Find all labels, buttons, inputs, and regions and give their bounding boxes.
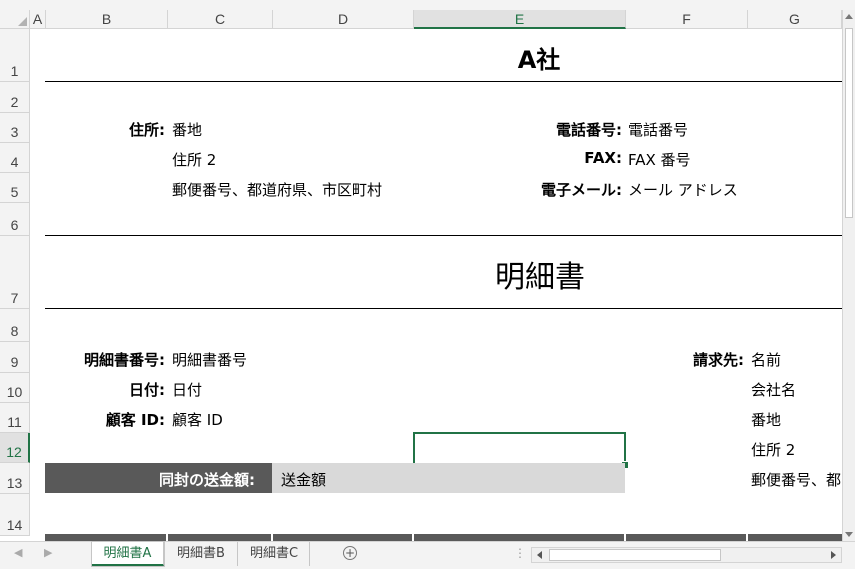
fax-value[interactable]: FAX 番号 (628, 149, 691, 170)
toolbar-strip (0, 0, 855, 10)
tab-scroll-right-icon[interactable]: ▶ (44, 546, 52, 559)
column-header-b[interactable]: B (46, 10, 168, 29)
row-header-1[interactable]: 1 (0, 29, 30, 82)
bar-splitter-icon[interactable]: ⋮ (514, 547, 526, 559)
remittance-value-cell[interactable]: 送金額 (272, 463, 625, 493)
scroll-up-icon[interactable] (845, 14, 853, 19)
vertical-scrollbar[interactable] (842, 10, 855, 541)
address-label[interactable]: 住所: (46, 119, 165, 140)
cell-gap (271, 534, 273, 541)
date-value[interactable]: 日付 (172, 379, 202, 400)
hscroll-right-icon[interactable] (831, 551, 836, 559)
statement-number-value[interactable]: 明細書番号 (172, 349, 247, 370)
divider-line (45, 235, 842, 236)
column-header-f[interactable]: F (626, 10, 748, 29)
bill-to-postal[interactable]: 郵便番号、都 (751, 469, 842, 490)
cell-gap (166, 534, 168, 541)
selected-cell[interactable] (413, 432, 626, 465)
tab-sheet-b[interactable]: 明細書B (165, 542, 238, 566)
bill-to-street[interactable]: 番地 (751, 409, 781, 430)
row-header-5[interactable]: 5 (0, 173, 30, 203)
bill-to-company[interactable]: 会社名 (751, 379, 796, 400)
row-header-11[interactable]: 11 (0, 403, 30, 433)
address-line2[interactable]: 住所 2 (172, 149, 216, 170)
tab-sheet-a[interactable]: 明細書A (92, 542, 164, 566)
row-header-2[interactable]: 2 (0, 82, 30, 113)
remittance-value: 送金額 (281, 471, 327, 489)
add-sheet-icon[interactable]: + (343, 546, 357, 560)
row-header-6[interactable]: 6 (0, 203, 30, 236)
table-header-strip (45, 534, 842, 541)
row-header-14[interactable]: 14 (0, 494, 30, 536)
column-header-e[interactable]: E (414, 10, 626, 29)
tab-scroll-left-icon[interactable]: ◀ (14, 546, 22, 559)
horizontal-scroll-thumb[interactable] (549, 549, 721, 561)
phone-label[interactable]: 電話番号: (470, 119, 622, 140)
cell-gap (746, 534, 748, 541)
statement-number-label[interactable]: 明細書番号: (46, 349, 165, 370)
select-all-corner[interactable] (0, 10, 30, 29)
scroll-down-icon[interactable] (845, 532, 853, 537)
document-title[interactable]: 明細書 (440, 252, 640, 296)
row-header-8[interactable]: 8 (0, 309, 30, 342)
cell-gap (624, 534, 626, 541)
column-header-g[interactable]: G (748, 10, 842, 29)
row-header-3[interactable]: 3 (0, 113, 30, 143)
customer-id-value[interactable]: 顧客 ID (172, 409, 223, 430)
fax-label[interactable]: FAX: (470, 149, 622, 167)
vertical-scroll-thumb[interactable] (845, 28, 853, 218)
row-header-13[interactable]: 13 (0, 463, 30, 494)
remittance-label: 同封の送金額: (159, 471, 255, 489)
phone-value[interactable]: 電話番号 (628, 119, 688, 140)
address-line1[interactable]: 番地 (172, 119, 202, 140)
column-header-c[interactable]: C (168, 10, 273, 29)
date-label[interactable]: 日付: (46, 379, 165, 400)
column-header-a[interactable]: A (30, 10, 46, 29)
remittance-label-cell[interactable]: 同封の送金額: (45, 463, 272, 493)
email-value[interactable]: メール アドレス (628, 179, 738, 200)
row-header-7[interactable]: 7 (0, 236, 30, 309)
company-name[interactable]: A社 (414, 40, 664, 75)
cell-gap (412, 534, 414, 541)
email-label[interactable]: 電子メール: (470, 179, 622, 200)
address-line3[interactable]: 郵便番号、都道府県、市区町村 (172, 179, 382, 200)
row-header-10[interactable]: 10 (0, 373, 30, 403)
bill-to-label[interactable]: 請求先: (626, 349, 744, 370)
bill-to-name[interactable]: 名前 (751, 349, 781, 370)
hscroll-left-icon[interactable] (537, 551, 542, 559)
row-header-9[interactable]: 9 (0, 342, 30, 373)
customer-id-label[interactable]: 顧客 ID: (46, 409, 165, 430)
divider-line (45, 308, 842, 309)
column-header-d[interactable]: D (273, 10, 414, 29)
bill-to-address2[interactable]: 住所 2 (751, 439, 795, 460)
horizontal-scrollbar[interactable] (531, 547, 842, 563)
tab-sheet-c[interactable]: 明細書C (239, 542, 310, 566)
row-header-4[interactable]: 4 (0, 143, 30, 173)
divider-line (45, 81, 842, 82)
row-header-12[interactable]: 12 (0, 433, 30, 463)
